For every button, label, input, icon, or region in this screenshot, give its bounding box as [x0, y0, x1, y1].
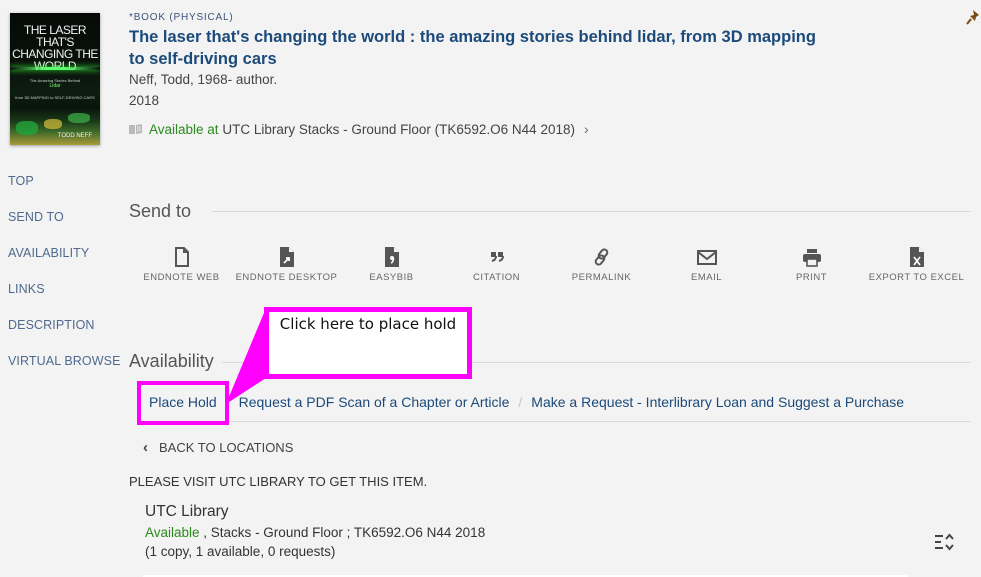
sidenav-availability[interactable]: AVAILABILITY — [8, 244, 121, 280]
request-links: Place Hold / Request a PDF Scan of a Cha… — [149, 394, 904, 410]
email-button[interactable]: EMAIL — [654, 246, 759, 285]
location-counts: (1 copy, 1 available, 0 requests) — [145, 544, 336, 559]
endnote-web-label: ENDNOTE WEB — [143, 272, 220, 283]
back-to-locations-label: BACK TO LOCATIONS — [159, 440, 294, 455]
sidenav-virtual-browse[interactable]: VIRTUAL BROWSE — [8, 352, 121, 388]
endnote-desktop-button[interactable]: ENDNOTE DESKTOP — [234, 246, 339, 285]
send-to-divider — [212, 211, 971, 212]
citation-label: CITATION — [473, 272, 520, 283]
location-detail: Available , Stacks - Ground Floor ; TK65… — [145, 525, 485, 540]
expand-collapse-icon[interactable] — [934, 533, 956, 551]
send-to-actions: ENDNOTE WEB ENDNOTE DESKTOP EASYBIB CITA… — [129, 246, 969, 285]
quote-icon — [490, 252, 504, 262]
sidenav-top[interactable]: TOP — [8, 172, 121, 208]
permalink-label: PERMALINK — [571, 272, 632, 283]
print-label: PRINT — [796, 272, 827, 283]
record-author: Neff, Todd, 1968- author. — [129, 72, 278, 87]
cover-art — [68, 113, 90, 123]
file-export-icon — [279, 247, 294, 267]
resource-type: *BOOK (PHYSICAL) — [129, 12, 234, 23]
cover-author: TODD NEFF — [57, 133, 92, 139]
cover-art — [44, 119, 62, 129]
pin-icon[interactable] — [966, 9, 980, 25]
request-links-divider — [137, 421, 971, 422]
cover-tagline: from 3D MAPPING to SELF-DRIVING CARS — [15, 95, 95, 100]
easybib-button[interactable]: EASYBIB — [339, 246, 444, 285]
envelope-icon — [696, 250, 717, 265]
availability-location: UTC Library Stacks - Ground Floor (TK659… — [222, 121, 575, 137]
cover-art — [16, 121, 38, 135]
availability-status: Available at — [149, 121, 219, 137]
availability-heading: Availability — [129, 351, 214, 371]
endnote-web-button[interactable]: ENDNOTE WEB — [129, 246, 234, 285]
endnote-desktop-label: ENDNOTE DESKTOP — [235, 272, 338, 283]
permalink-button[interactable]: PERMALINK — [549, 246, 654, 285]
cover-laser-beam — [10, 67, 100, 70]
request-pdf-scan-link[interactable]: Request a PDF Scan of a Chapter or Artic… — [239, 394, 510, 410]
place-hold-highlight — [137, 381, 229, 425]
file-icon — [174, 247, 189, 267]
make-a-request-link[interactable]: Make a Request - Interlibrary Loan and S… — [531, 394, 904, 410]
back-to-locations-button[interactable]: ‹ BACK TO LOCATIONS — [143, 439, 293, 456]
sidenav-links[interactable]: LINKS — [8, 280, 121, 316]
printer-icon — [802, 249, 821, 267]
print-button[interactable]: PRINT — [759, 246, 864, 285]
chevron-left-icon: ‹ — [143, 439, 148, 456]
separator: / — [518, 394, 523, 410]
export-to-excel-label: EXPORT TO EXCEL — [868, 272, 965, 283]
easybib-label: EASYBIB — [369, 272, 414, 283]
book-cover-image[interactable]: THE LASER THAT'S CHANGING THE WORLD The … — [10, 13, 100, 145]
record-title[interactable]: The laser that's changing the world : th… — [129, 26, 829, 70]
chevron-right-icon: › — [583, 121, 589, 137]
export-to-excel-button[interactable]: EXPORT TO EXCEL — [864, 246, 969, 285]
visit-notice: PLEASE VISIT UTC LIBRARY TO GET THIS ITE… — [129, 474, 428, 489]
callout-text: Click here to place hold — [279, 315, 457, 333]
email-label: EMAIL — [690, 272, 722, 283]
cover-lidar: Lidar — [49, 83, 61, 89]
location-shelf: , Stacks - Ground Floor ; TK6592.O6 N44 … — [199, 525, 486, 540]
file-comma-icon — [384, 247, 399, 267]
location-status: Available — [145, 525, 200, 540]
record-year: 2018 — [129, 93, 160, 108]
citation-button[interactable]: CITATION — [444, 246, 549, 285]
cover-title: THE LASER THAT'S CHANGING THE WORLD — [12, 23, 98, 73]
open-book-icon — [129, 124, 142, 134]
link-icon — [594, 248, 608, 266]
excel-file-icon — [909, 247, 924, 267]
availability-summary[interactable]: Available at UTC Library Stacks - Ground… — [129, 121, 589, 137]
sidenav-description[interactable]: DESCRIPTION — [8, 316, 121, 352]
side-navigation: TOP SEND TO AVAILABILITY LINKS DESCRIPTI… — [8, 172, 121, 388]
send-to-heading: Send to — [129, 201, 192, 221]
sidenav-send-to[interactable]: SEND TO — [8, 208, 121, 244]
location-name[interactable]: UTC Library — [145, 503, 229, 521]
annotation-callout: Click here to place hold — [264, 307, 472, 379]
